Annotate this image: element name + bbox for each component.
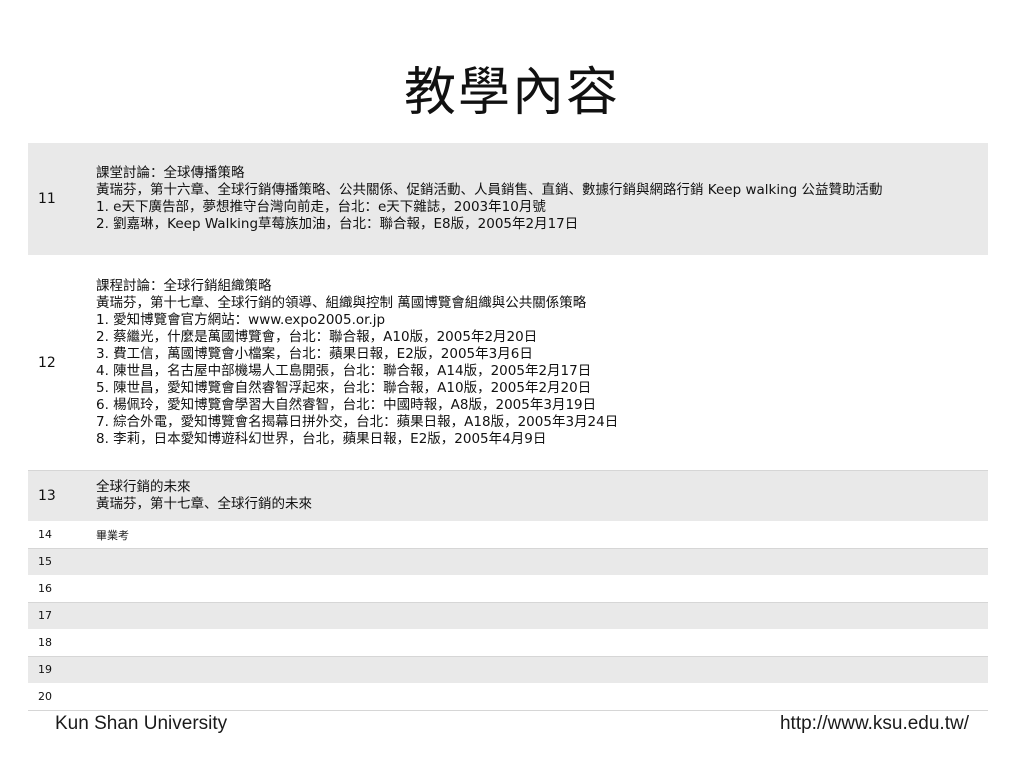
week-content: 課堂討論：全球傳播策略 黃瑞芬，第十六章、全球行銷傳播策略、公共關係、促銷活動、…	[94, 143, 988, 256]
footer-url: http://www.ksu.edu.tw/	[779, 713, 969, 734]
week-number: 19	[28, 656, 94, 684]
week-number: 17	[28, 602, 94, 630]
content-line: 1. e天下廣告部，夢想推守台灣向前走，台北：e天下雜誌，2003年10月號	[96, 198, 546, 215]
week-number: 20	[28, 683, 94, 711]
content-line: 黃瑞芬，第十七章、全球行銷的未來	[96, 495, 312, 512]
week-number: 12	[28, 255, 94, 471]
table-row: 18	[28, 629, 988, 657]
table-row: 19	[28, 656, 988, 684]
table-row: 17	[28, 602, 988, 630]
week-number: 18	[28, 629, 94, 657]
week-content	[94, 656, 988, 684]
table-row: 13 全球行銷的未來 黃瑞芬，第十七章、全球行銷的未來	[28, 470, 988, 522]
table-row: 11 課堂討論：全球傳播策略 黃瑞芬，第十六章、全球行銷傳播策略、公共關係、促銷…	[28, 143, 988, 256]
week-content: 畢業考	[94, 521, 988, 549]
table-row: 12 課程討論：全球行銷組織策略 黃瑞芬，第十七章、全球行銷的領導、組織與控制 …	[28, 255, 988, 471]
footer-university-name: Kun Shan University	[55, 713, 228, 734]
content-line: 6. 楊佩玲，愛知博覽會學習大自然睿智，台北：中國時報，A8版，2005年3月1…	[96, 396, 597, 413]
content-line: 1. 愛知博覽會官方網站：www.expo2005.or.jp	[96, 311, 386, 328]
content-line: 7. 綜合外電，愛知博覽會名揭幕日拼外交，台北：蘋果日報，A18版，2005年3…	[96, 413, 619, 430]
week-content	[94, 575, 988, 603]
course-schedule-table: 11 課堂討論：全球傳播策略 黃瑞芬，第十六章、全球行銷傳播策略、公共關係、促銷…	[28, 143, 988, 711]
content-line: 3. 費工信，萬國博覽會小檔案，台北：蘋果日報，E2版，2005年3月6日	[96, 345, 533, 362]
week-number: 15	[28, 548, 94, 576]
content-line: 5. 陳世昌，愛知博覽會自然睿智浮起來，台北：聯合報，A10版，2005年2月2…	[96, 379, 592, 396]
week-content: 課程討論：全球行銷組織策略 黃瑞芬，第十七章、全球行銷的領導、組織與控制 萬國博…	[94, 255, 988, 471]
week-number: 11	[28, 143, 94, 256]
content-line: 4. 陳世昌，名古屋中部機場人工島開張，台北：聯合報，A14版，2005年2月1…	[96, 362, 592, 379]
content-line: 課程討論：全球行銷組織策略	[96, 277, 272, 294]
week-content	[94, 683, 988, 711]
slide-title: 教學內容	[403, 63, 620, 123]
content-line: 8. 李莉，日本愛知博遊科幻世界，台北，蘋果日報，E2版，2005年4月9日	[96, 430, 547, 447]
table-row: 15	[28, 548, 988, 576]
week-number: 16	[28, 575, 94, 603]
week-number: 14	[28, 521, 94, 549]
content-line: 2. 劉嘉琳，Keep Walking草莓族加油，台北：聯合報，E8版，2005…	[96, 215, 579, 232]
table-row: 14 畢業考	[28, 521, 988, 549]
week-content: 全球行銷的未來 黃瑞芬，第十七章、全球行銷的未來	[94, 470, 988, 522]
content-line: 黃瑞芬，第十六章、全球行銷傳播策略、公共關係、促銷活動、人員銷售、直銷、數據行銷…	[96, 181, 883, 198]
week-content	[94, 602, 988, 630]
week-content	[94, 548, 988, 576]
content-line: 2. 蔡繼光，什麼是萬國博覽會，台北：聯合報，A10版，2005年2月20日	[96, 328, 538, 345]
table-row: 20	[28, 683, 988, 711]
content-line: 課堂討論：全球傳播策略	[96, 164, 245, 181]
week-content	[94, 629, 988, 657]
content-line: 全球行銷的未來	[96, 478, 191, 495]
table-row: 16	[28, 575, 988, 603]
week-number: 13	[28, 470, 94, 522]
content-line: 黃瑞芬，第十七章、全球行銷的領導、組織與控制 萬國博覽會組織與公共關係策略	[96, 294, 587, 311]
